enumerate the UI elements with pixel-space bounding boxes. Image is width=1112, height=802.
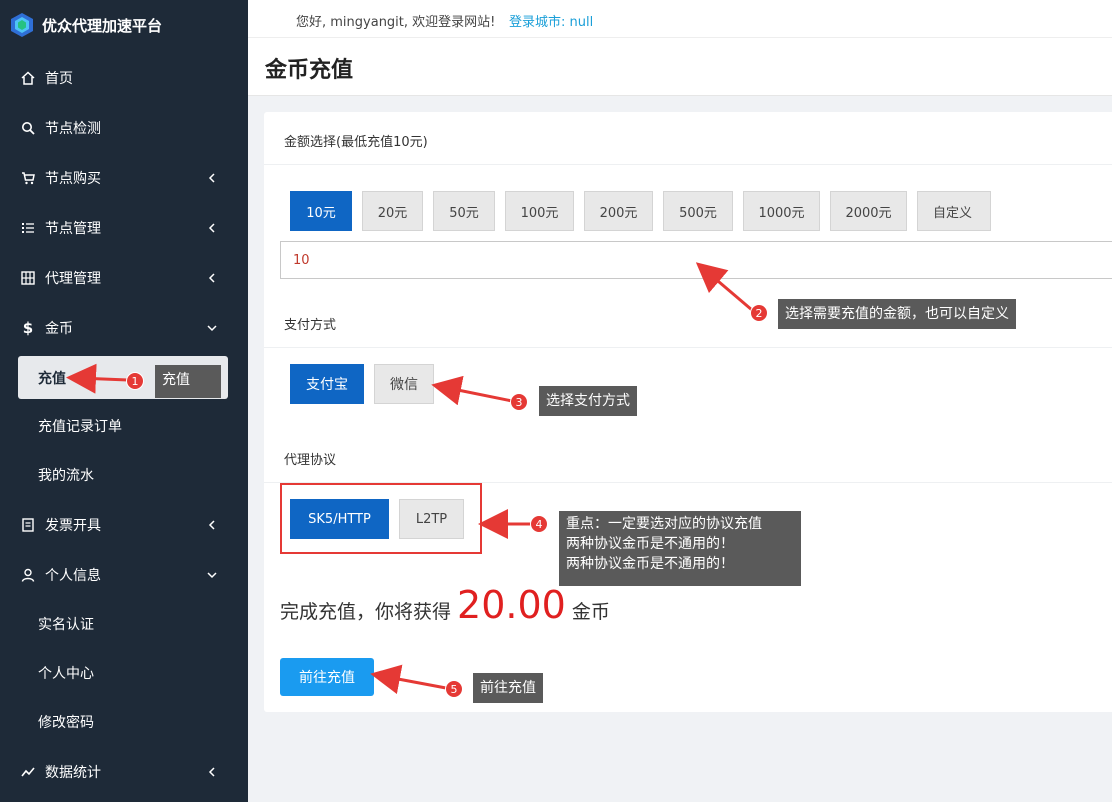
sidebar-item-label: 首页 [45,71,73,87]
recharge-summary: 完成充值，你将获得 20.00 金币 [280,583,610,633]
annotation-badge-2: 2 [750,304,768,322]
amount-option-custom[interactable]: 自定义 [917,191,991,231]
sidebar-item-label: 个人信息 [45,568,101,584]
amount-section-label: 金额选择(最低充值10元) [284,135,428,150]
sidebar-item-statistics[interactable]: 数据统计 [0,752,248,792]
go-recharge-button[interactable]: 前往充值 [280,658,374,696]
divider [264,164,1112,165]
sidebar: 优众代理加速平台 首页 节点检测 节点购买 节点管理 代理管理 $ 金币 充值 … [0,0,248,802]
sidebar-item-label: 发票开具 [45,518,101,534]
amount-option-50[interactable]: 50元 [433,191,495,231]
summary-suffix: 金币 [571,601,610,623]
annotation-badge-5: 5 [445,680,463,698]
welcome-text: 您好, mingyangit, 欢迎登录网站! [296,15,496,30]
top-header: 您好, mingyangit, 欢迎登录网站! 登录城市: null [248,0,1112,38]
annotation-line: 两种协议金币是不通用的！ [566,536,734,552]
sidebar-item-node-check[interactable]: 节点检测 [0,108,248,148]
sidebar-subitem-my-flow[interactable]: 我的流水 [18,455,228,495]
sidebar-item-label: 节点管理 [45,221,101,237]
pay-option-wechat[interactable]: 微信 [374,364,434,404]
annotation-callout-5: 前往充值 [473,673,543,703]
payment-section-label: 支付方式 [284,318,337,333]
protocol-section-label: 代理协议 [284,453,337,468]
sidebar-item-label: 节点检测 [45,121,101,137]
chevron-down-icon [207,572,217,579]
sidebar-subitem-change-password[interactable]: 修改密码 [18,702,228,742]
annotation-callout-3: 选择支付方式 [539,386,637,416]
chevron-left-icon [208,520,215,530]
protocol-option-sk5-http[interactable]: SK5/HTTP [290,499,389,539]
cart-icon [20,170,36,186]
home-icon [20,70,36,86]
chevron-down-icon [207,325,217,332]
sidebar-item-label: 金币 [45,321,73,337]
chevron-left-icon [208,767,215,777]
annotation-line: 两种协议金币是不通用的！ [566,556,734,572]
annotation-callout-4: 重点：一定要选对应的协议充值 两种协议金币是不通用的！ 两种协议金币是不通用的！ [559,511,801,586]
chart-icon [20,764,36,780]
annotation-callout-1: 充值 [155,365,221,398]
sidebar-item-label: 代理管理 [45,271,101,287]
dollar-icon: $ [22,319,34,337]
chevron-left-icon [208,273,215,283]
annotation-badge-1: 1 [126,372,144,390]
page-header: 金币充值 [248,38,1112,96]
login-city-link[interactable]: 登录城市: null [509,11,593,30]
amount-option-1000[interactable]: 1000元 [743,191,820,231]
annotation-callout-2: 选择需要充值的金额，也可以自定义 [778,299,1016,329]
sidebar-item-label: 数据统计 [45,765,101,781]
sidebar-subitem-personal-center[interactable]: 个人中心 [18,653,228,693]
chevron-left-icon [208,223,215,233]
sidebar-item-node-buy[interactable]: 节点购买 [0,158,248,198]
sidebar-item-node-manage[interactable]: 节点管理 [0,208,248,248]
brand-title: 优众代理加速平台 [42,16,163,35]
invoice-icon [20,517,36,533]
sidebar-item-profile[interactable]: 个人信息 [0,555,248,595]
amount-option-200[interactable]: 200元 [584,191,653,231]
amount-option-100[interactable]: 100元 [505,191,574,231]
amount-input[interactable] [280,241,1112,279]
brand[interactable]: 优众代理加速平台 [0,0,248,50]
amount-option-10[interactable]: 10元 [290,191,352,231]
sidebar-item-invoice[interactable]: 发票开具 [0,505,248,545]
page-title: 金币充值 [265,58,354,83]
list-icon [20,220,36,236]
brand-logo-icon [11,13,33,37]
chevron-left-icon [208,173,215,183]
annotation-line: 重点：一定要选对应的协议充值 [566,516,762,532]
sidebar-subitem-recharge-orders[interactable]: 充值记录订单 [18,406,228,446]
amount-option-2000[interactable]: 2000元 [830,191,907,231]
grid-icon [20,270,36,286]
divider [264,347,1112,348]
sidebar-item-coins[interactable]: $ 金币 [0,308,248,348]
annotation-badge-4: 4 [530,515,548,533]
amount-option-20[interactable]: 20元 [362,191,423,231]
sidebar-item-home[interactable]: 首页 [0,58,248,98]
pay-option-alipay[interactable]: 支付宝 [290,364,364,404]
coin-amount: 20.00 [457,583,566,627]
sidebar-item-proxy-manage[interactable]: 代理管理 [0,258,248,298]
protocol-option-l2tp[interactable]: L2TP [399,499,464,539]
user-icon [20,567,36,583]
amount-option-500[interactable]: 500元 [663,191,733,231]
sidebar-item-label: 节点购买 [45,171,101,187]
search-icon [20,120,36,136]
sidebar-subitem-realname[interactable]: 实名认证 [18,604,228,644]
summary-prefix: 完成充值，你将获得 [280,601,452,623]
annotation-badge-3: 3 [510,393,528,411]
